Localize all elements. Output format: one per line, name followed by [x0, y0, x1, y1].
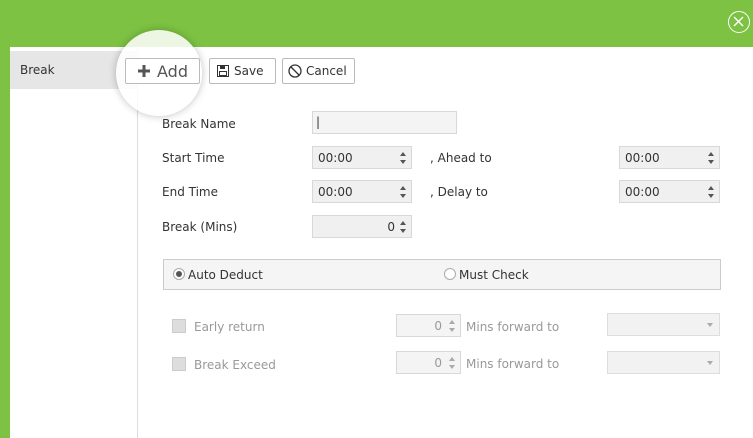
title-bar: [0, 0, 753, 47]
chevron-down-icon: [707, 361, 713, 365]
delay-to-label: , Delay to: [430, 185, 488, 199]
close-button[interactable]: [728, 11, 750, 33]
spinner-arrows-icon: [400, 152, 406, 164]
left-accent-strip: [0, 47, 10, 438]
delay-to-value: 00:00: [625, 185, 660, 199]
ahead-to-label: , Ahead to: [430, 151, 492, 165]
spinner-arrows-icon: [449, 320, 455, 332]
break-name-value: |: [316, 115, 321, 129]
delay-to-input[interactable]: 00:00: [619, 180, 720, 203]
start-time-label: Start Time: [162, 151, 225, 165]
spinner-arrows-icon: [400, 221, 406, 233]
end-time-label: End Time: [162, 185, 218, 199]
break-exceed-mins-input[interactable]: 0: [396, 351, 461, 374]
early-return-spinner[interactable]: [448, 318, 456, 334]
must-check-label: Must Check: [459, 268, 529, 282]
close-icon: [733, 16, 744, 27]
cancel-button[interactable]: Cancel: [282, 58, 355, 84]
break-name-label: Break Name: [162, 117, 236, 131]
early-forward-label: Mins forward to: [466, 320, 560, 334]
start-time-input[interactable]: 00:00: [312, 146, 412, 169]
break-exceed-spinner[interactable]: [448, 355, 456, 371]
break-exceed-mins-value: 0: [434, 356, 442, 370]
break-mins-input[interactable]: 0: [312, 215, 412, 238]
break-exceed-label: Break Exceed: [194, 358, 276, 372]
spinner-arrows-icon: [708, 152, 714, 164]
early-return-mins-value: 0: [434, 319, 442, 333]
delay-to-spinner[interactable]: [707, 184, 715, 200]
start-time-value: 00:00: [318, 151, 353, 165]
ahead-to-value: 00:00: [625, 151, 660, 165]
early-return-mins-input[interactable]: 0: [396, 314, 461, 337]
auto-deduct-radio[interactable]: [173, 268, 185, 280]
break-name-input[interactable]: |: [312, 111, 457, 134]
break-mins-value: 0: [387, 220, 395, 234]
break-mins-label: Break (Mins): [162, 220, 238, 234]
add-button[interactable]: Add: [125, 58, 200, 84]
deduct-mode-group: Auto Deduct Must Check: [163, 259, 721, 290]
early-return-label: Early return: [194, 320, 265, 334]
start-time-spinner[interactable]: [399, 150, 407, 166]
ahead-to-input[interactable]: 00:00: [619, 146, 720, 169]
floppy-icon: [217, 65, 229, 77]
save-button[interactable]: Save: [209, 58, 276, 84]
plus-icon: [138, 65, 150, 77]
add-button-label: Add: [157, 61, 188, 81]
early-return-checkbox[interactable]: [172, 319, 186, 333]
break-mins-spinner[interactable]: [399, 219, 407, 235]
chevron-down-icon: [707, 323, 713, 327]
end-time-spinner[interactable]: [399, 184, 407, 200]
end-time-value: 00:00: [318, 185, 353, 199]
spinner-arrows-icon: [400, 186, 406, 198]
sidebar: Break: [10, 47, 138, 438]
exceed-forward-label: Mins forward to: [466, 357, 560, 371]
cancel-button-label: Cancel: [306, 64, 347, 78]
break-exceed-checkbox[interactable]: [172, 357, 186, 371]
end-time-input[interactable]: 00:00: [312, 180, 412, 203]
early-forward-select[interactable]: [607, 313, 720, 336]
save-button-label: Save: [234, 64, 264, 78]
auto-deduct-label: Auto Deduct: [188, 268, 263, 282]
ahead-to-spinner[interactable]: [707, 150, 715, 166]
spinner-arrows-icon: [449, 357, 455, 369]
cancel-icon: [288, 64, 302, 78]
sidebar-item-label: Break: [20, 63, 55, 77]
spinner-arrows-icon: [708, 186, 714, 198]
exceed-forward-select[interactable]: [607, 351, 720, 374]
must-check-radio[interactable]: [444, 268, 456, 280]
